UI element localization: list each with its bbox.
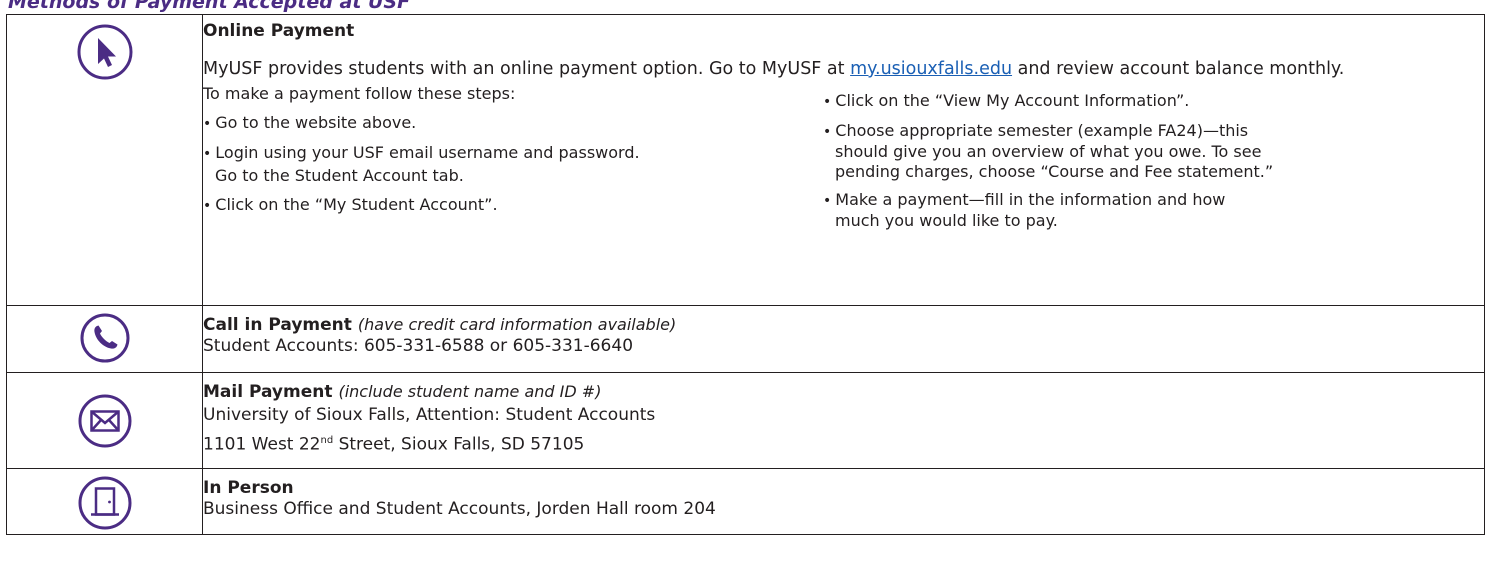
in-person-location: Business Office and Student Accounts, Jo… <box>203 499 716 519</box>
envelope-icon <box>78 394 131 448</box>
call-payment-title: Call in Payment <box>203 315 352 335</box>
table-row-mail: Mail Payment (include student name and ID… <box>6 372 1485 469</box>
online-payment-cell: Online Payment MyUSF provides students w… <box>202 14 1485 306</box>
online-payment-intro: MyUSF provides students with an online p… <box>203 58 1484 81</box>
step-item: • Login using your USF email username and… <box>203 143 640 162</box>
in-person-cell: In Person Business Office and Student Ac… <box>202 468 1485 535</box>
mail-payment-note: (include student name and ID #) <box>338 382 602 401</box>
phone-icon <box>80 313 129 363</box>
steps-right-column: • Click on the “View My Account Informati… <box>823 84 1463 240</box>
call-phone-numbers: Student Accounts: 605-331-6588 or 605-33… <box>203 336 634 356</box>
payment-steps: To make a payment follow these steps: • G… <box>203 84 1484 240</box>
intro-text-before: MyUSF provides students with an online p… <box>203 59 851 79</box>
myusf-link[interactable]: my.usiouxfalls.edu <box>850 59 1012 79</box>
step-item: • Go to the website above. <box>203 113 417 132</box>
call-payment-note: (have credit card information available) <box>357 315 677 334</box>
icon-cell <box>6 305 203 373</box>
step-item: • Choose appropriate semester (example FA… <box>823 121 1274 181</box>
icon-cell <box>6 468 203 535</box>
icon-cell <box>6 372 203 469</box>
steps-intro: To make a payment follow these steps: <box>203 84 516 103</box>
mail-address-line-2: 1101 West 22nd Street, Sioux Falls, SD 5… <box>203 434 585 455</box>
mail-address-line-1: University of Sioux Falls, Attention: St… <box>203 405 656 425</box>
icon-cell <box>6 14 203 306</box>
call-payment-cell: Call in Payment (have credit card informa… <box>202 305 1485 373</box>
table-row-online: Online Payment MyUSF provides students w… <box>6 14 1485 306</box>
table-row-in-person: In Person Business Office and Student Ac… <box>6 468 1485 535</box>
step-item: • Click on the “My Student Account”. <box>203 195 498 214</box>
step-item: • Make a payment—fill in the information … <box>823 190 1226 230</box>
door-icon <box>78 476 131 530</box>
mail-payment-title: Mail Payment <box>203 382 333 402</box>
mail-payment-cell: Mail Payment (include student name and ID… <box>202 372 1485 469</box>
in-person-title: In Person <box>203 478 294 498</box>
step-item: Go to the Student Account tab. <box>215 166 464 185</box>
step-item: • Click on the “View My Account Informati… <box>823 91 1190 110</box>
online-payment-title: Online Payment <box>203 21 355 41</box>
page-heading: Methods of Payment Accepted at USF <box>8 0 411 13</box>
steps-left-column: To make a payment follow these steps: • G… <box>203 84 823 240</box>
intro-text-after: and review account balance monthly. <box>1012 59 1345 79</box>
table-row-call: Call in Payment (have credit card informa… <box>6 305 1485 373</box>
cursor-arrow-icon <box>77 24 132 80</box>
payment-methods-table: Online Payment MyUSF provides students w… <box>6 14 1485 535</box>
